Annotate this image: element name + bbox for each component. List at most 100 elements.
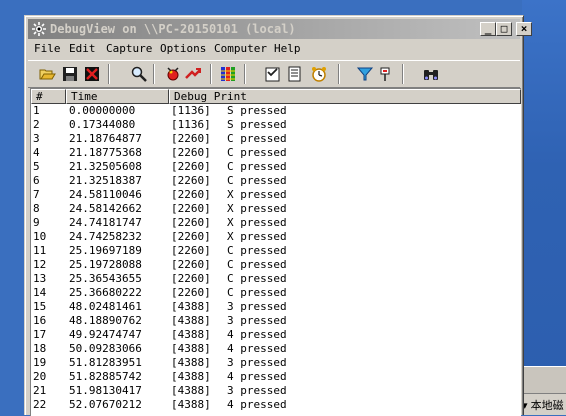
row-process-id: [4388] — [171, 314, 211, 327]
filter-icon[interactable] — [356, 65, 374, 83]
row-time: 21.18764877 — [69, 132, 142, 145]
minimize-button[interactable]: _ — [480, 22, 496, 36]
autoscroll-icon[interactable] — [219, 65, 237, 83]
row-time: 50.09283066 — [69, 342, 142, 355]
row-number: 7 — [33, 188, 40, 201]
taskbar-item-local-disk[interactable]: ▾ 本地磁 — [522, 397, 566, 415]
close-button[interactable]: × — [516, 22, 532, 36]
toolbar-separator — [210, 64, 212, 84]
table-row[interactable]: 8 24.58142662 [2260] X pressed — [31, 202, 521, 216]
table-row[interactable]: 16 48.18890762 [4388] 3 pressed — [31, 314, 521, 328]
row-message: X pressed — [227, 202, 287, 215]
row-time: 21.32505608 — [69, 160, 142, 173]
table-row[interactable]: 14 25.36680222 [2260] C pressed — [31, 286, 521, 300]
debug-output-list[interactable]: # Time Debug Print 1 0.00000000 [1136] S pr… — [30, 88, 521, 416]
binoculars-icon[interactable] — [422, 65, 440, 83]
table-row[interactable]: 1 0.00000000 [1136] S pressed — [31, 104, 521, 118]
row-number: 2 — [33, 118, 40, 131]
pin-icon[interactable] — [376, 65, 394, 83]
title-bar[interactable]: DebugView on \\PC-20150101 (local) _ □ × — [28, 19, 532, 39]
menu-capture[interactable]: Capture — [106, 40, 152, 58]
menu-bar: File Edit Capture Options Computer Help — [28, 40, 520, 58]
column-header-time[interactable]: Time — [66, 89, 169, 104]
row-message: C pressed — [227, 132, 287, 145]
save-icon[interactable] — [61, 65, 79, 83]
history-depth-icon[interactable] — [310, 65, 328, 83]
row-process-id: [2260] — [171, 174, 211, 187]
row-number: 15 — [33, 300, 47, 313]
row-number: 9 — [33, 216, 40, 229]
row-number: 12 — [33, 258, 47, 271]
row-process-id: [2260] — [171, 132, 211, 145]
toolbar-separator — [402, 64, 404, 84]
row-time: 52.07670212 — [69, 398, 142, 411]
table-row[interactable]: 4 21.18775368 [2260] C pressed — [31, 146, 521, 160]
row-number: 4 — [33, 146, 40, 159]
table-row[interactable]: 20 51.82885742 [4388] 4 pressed — [31, 370, 521, 384]
row-number: 6 — [33, 174, 40, 187]
row-time: 25.36680222 — [69, 286, 142, 299]
menu-computer[interactable]: Computer — [214, 40, 267, 58]
row-number: 20 — [33, 370, 47, 383]
table-row[interactable]: 18 50.09283066 [4388] 4 pressed — [31, 342, 521, 356]
row-number: 17 — [33, 328, 47, 341]
column-header-number[interactable]: # — [31, 89, 66, 104]
table-row[interactable]: 12 25.19728088 [2260] C pressed — [31, 258, 521, 272]
row-time: 49.92474747 — [69, 328, 142, 341]
highlight-icon[interactable] — [286, 65, 304, 83]
maximize-button[interactable]: □ — [496, 22, 512, 36]
menu-edit[interactable]: Edit — [69, 40, 96, 58]
row-time: 25.36543655 — [69, 272, 142, 285]
row-time: 51.98130417 — [69, 384, 142, 397]
column-header-debug-print[interactable]: Debug Print — [169, 89, 521, 104]
row-message: 4 pressed — [227, 370, 287, 383]
table-row[interactable]: 9 24.74181747 [2260] X pressed — [31, 216, 521, 230]
find-icon[interactable] — [130, 65, 148, 83]
toolbar — [28, 60, 520, 88]
row-process-id: [2260] — [171, 286, 211, 299]
row-number: 5 — [33, 160, 40, 173]
toolbar-separator — [108, 64, 110, 84]
table-row[interactable]: 21 51.98130417 [4388] 3 pressed — [31, 384, 521, 398]
menu-file[interactable]: File — [34, 40, 61, 58]
menu-help[interactable]: Help — [274, 40, 301, 58]
row-time: 51.82885742 — [69, 370, 142, 383]
desktop-background — [522, 0, 566, 414]
table-row[interactable]: 5 21.32505608 [2260] C pressed — [31, 160, 521, 174]
table-row[interactable]: 22 52.07670212 [4388] 4 pressed — [31, 398, 521, 412]
row-process-id: [2260] — [171, 272, 211, 285]
row-message: 4 pressed — [227, 398, 287, 411]
menu-options[interactable]: Options — [160, 40, 206, 58]
row-time: 21.18775368 — [69, 146, 142, 159]
row-time: 48.02481461 — [69, 300, 142, 313]
clear-display-icon[interactable] — [83, 65, 101, 83]
table-row[interactable]: 6 21.32518387 [2260] C pressed — [31, 174, 521, 188]
row-message: S pressed — [227, 104, 287, 117]
row-message: 3 pressed — [227, 356, 287, 369]
row-process-id: [1136] — [171, 118, 211, 131]
taskbar-area: ▾ 本地磁 — [522, 366, 566, 415]
table-row[interactable]: 17 49.92474747 [4388] 4 pressed — [31, 328, 521, 342]
row-message: C pressed — [227, 174, 287, 187]
close-glyph: × — [520, 22, 528, 35]
row-number: 10 — [33, 230, 47, 243]
capture-kernel-icon[interactable] — [184, 65, 202, 83]
row-message: C pressed — [227, 258, 287, 271]
clock-time-icon[interactable] — [264, 65, 282, 83]
taskbar-strip — [522, 367, 566, 394]
capture-icon[interactable] — [164, 65, 182, 83]
table-row[interactable]: 10 24.74258232 [2260] X pressed — [31, 230, 521, 244]
row-process-id: [1136] — [171, 104, 211, 117]
table-row[interactable]: 2 0.17344080 [1136] S pressed — [31, 118, 521, 132]
window-title: DebugView on \\PC-20150101 (local) — [50, 22, 296, 36]
row-process-id: [4388] — [171, 342, 211, 355]
table-row[interactable]: 7 24.58110046 [2260] X pressed — [31, 188, 521, 202]
table-row[interactable]: 11 25.19697189 [2260] C pressed — [31, 244, 521, 258]
table-row[interactable]: 3 21.18764877 [2260] C pressed — [31, 132, 521, 146]
toolbar-separator — [338, 64, 340, 84]
table-row[interactable]: 15 48.02481461 [4388] 3 pressed — [31, 300, 521, 314]
table-row[interactable]: 19 51.81283951 [4388] 3 pressed — [31, 356, 521, 370]
toolbar-separator — [153, 64, 155, 84]
table-row[interactable]: 13 25.36543655 [2260] C pressed — [31, 272, 521, 286]
open-icon[interactable] — [38, 65, 56, 83]
